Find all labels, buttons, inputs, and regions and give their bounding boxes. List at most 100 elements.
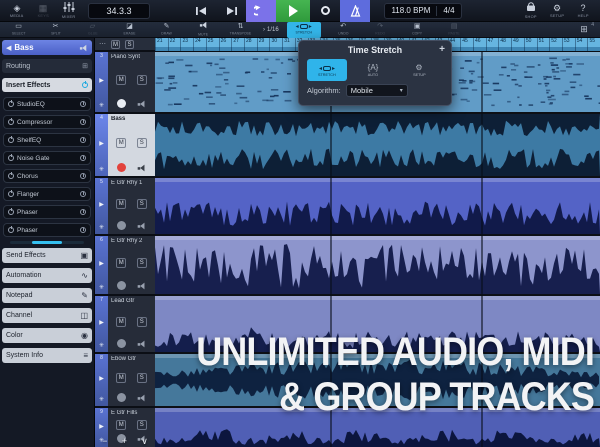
popup-mode-auto[interactable]: {A}AUTO bbox=[353, 59, 393, 81]
monitor-icon[interactable] bbox=[138, 100, 146, 107]
track-input-icon[interactable]: ▶ bbox=[99, 320, 104, 326]
automation-section[interactable]: Automation∿ bbox=[2, 268, 92, 283]
track-row-lead-gtr[interactable]: 7▶✳Lead GtrMS bbox=[95, 296, 155, 352]
track-freeze-icon[interactable]: ✳ bbox=[99, 225, 104, 231]
zoom-in-button[interactable]: + bbox=[122, 437, 127, 446]
tool-select[interactable]: ▭SELECT bbox=[0, 22, 37, 38]
effect-power-icon[interactable] bbox=[8, 119, 14, 125]
tempo-display[interactable]: 118.0 BPM 4/4 bbox=[384, 3, 462, 19]
effect-mix-dial-icon[interactable] bbox=[80, 173, 86, 179]
track-row-piano-synt[interactable]: 3▶✳Piano SyntMS bbox=[95, 52, 155, 112]
effect-mix-dial-icon[interactable] bbox=[80, 209, 86, 215]
region-e-gtr-rhy-1[interactable] bbox=[155, 178, 600, 234]
effect-mix-dial-icon[interactable] bbox=[80, 227, 86, 233]
system-info-section[interactable]: System Info≡ bbox=[2, 348, 92, 363]
record-arm-button[interactable] bbox=[117, 393, 126, 402]
collapse-button[interactable]: ∨ bbox=[141, 437, 148, 446]
mute-button[interactable]: M bbox=[116, 420, 126, 430]
effect-power-icon[interactable] bbox=[8, 101, 14, 107]
go-to-start-button[interactable] bbox=[186, 0, 216, 22]
channel-section[interactable]: Channel◫ bbox=[2, 308, 92, 323]
effect-mix-dial-icon[interactable] bbox=[80, 137, 86, 143]
record-arm-button[interactable] bbox=[117, 99, 126, 108]
region-e-gtr-rhy-2[interactable] bbox=[155, 236, 600, 294]
mute-button[interactable]: M bbox=[116, 373, 126, 383]
notepad-section[interactable]: Notepad✎ bbox=[2, 288, 92, 303]
track-freeze-icon[interactable]: ✳ bbox=[99, 103, 104, 109]
insert-effect-phaser[interactable]: Phaser bbox=[3, 223, 91, 237]
record-arm-button[interactable] bbox=[117, 163, 126, 172]
popup-move-icon[interactable]: + bbox=[435, 44, 445, 55]
solo-button[interactable]: S bbox=[125, 40, 134, 49]
mute-button[interactable]: M bbox=[116, 75, 126, 85]
effect-power-icon[interactable] bbox=[8, 191, 14, 197]
monitor-icon[interactable] bbox=[138, 222, 146, 229]
media-button[interactable]: ◈ MEDIA bbox=[4, 0, 30, 22]
routing-section[interactable]: Routing ⊞ bbox=[2, 59, 92, 73]
track-input-icon[interactable]: ▶ bbox=[99, 261, 104, 267]
track-row-partial[interactable]: ⋯ M S bbox=[95, 38, 155, 52]
play-button[interactable] bbox=[276, 0, 310, 22]
insert-effect-compressor[interactable]: Compressor bbox=[3, 115, 91, 129]
tool-mute[interactable]: MUTE bbox=[185, 22, 222, 38]
solo-button[interactable]: S bbox=[137, 420, 147, 430]
effects-scrollbar[interactable] bbox=[10, 241, 84, 244]
mixer-button[interactable]: MIXER bbox=[56, 0, 82, 22]
track-input-icon[interactable]: ▶ bbox=[99, 376, 104, 382]
grid-button[interactable]: ⊞4 bbox=[574, 24, 594, 35]
insert-effect-shelfeq[interactable]: ShelfEQ bbox=[3, 133, 91, 147]
effect-mix-dial-icon[interactable] bbox=[80, 101, 86, 107]
popup-mode-stretch[interactable]: ◂▸STRETCH bbox=[307, 59, 347, 81]
effect-mix-dial-icon[interactable] bbox=[80, 191, 86, 197]
track-row-e-gtr-rhy-1[interactable]: 5▶✳E Gtr Rhy 1MS bbox=[95, 178, 155, 234]
effect-power-icon[interactable] bbox=[8, 137, 14, 143]
quantize-selector[interactable]: › 1/16 bbox=[263, 27, 279, 33]
track-row-e-gtr-rhy-2[interactable]: 6▶✳E Gtr Rhy 2MS bbox=[95, 236, 155, 294]
record-arm-button[interactable] bbox=[117, 281, 126, 290]
tool-paste[interactable]: ▤PASTE bbox=[436, 22, 473, 38]
mute-button[interactable]: M bbox=[116, 317, 126, 327]
record-arm-button[interactable] bbox=[117, 339, 126, 348]
insert-effect-noise-gate[interactable]: Noise Gate bbox=[3, 151, 91, 165]
insert-effects-section[interactable]: Insert Effects bbox=[2, 78, 92, 92]
track-input-icon[interactable]: ▶ bbox=[99, 78, 104, 84]
monitor-icon[interactable] bbox=[138, 340, 146, 347]
effect-mix-dial-icon[interactable] bbox=[80, 155, 86, 161]
solo-button[interactable]: S bbox=[137, 75, 147, 85]
tool-copy[interactable]: ▣COPY bbox=[399, 22, 436, 38]
solo-button[interactable]: S bbox=[137, 199, 147, 209]
help-button[interactable]: ? HELP bbox=[570, 0, 596, 22]
monitor-icon[interactable] bbox=[138, 394, 146, 401]
algorithm-dropdown[interactable]: Mobile ▾ bbox=[346, 84, 408, 97]
effect-power-icon[interactable] bbox=[8, 227, 14, 233]
cycle-button[interactable] bbox=[246, 0, 276, 22]
send-effects-section[interactable]: Send Effects▣ bbox=[2, 248, 92, 263]
position-display[interactable]: 34.3.3 bbox=[88, 3, 150, 19]
tool-undo[interactable]: ↶UNDO bbox=[325, 22, 362, 38]
insert-effect-studioeq[interactable]: StudioEQ bbox=[3, 97, 91, 111]
track-input-icon[interactable]: ▶ bbox=[99, 141, 104, 147]
tool-erase[interactable]: ◪ERASE bbox=[111, 22, 148, 38]
scrollbar-thumb[interactable] bbox=[32, 241, 62, 244]
tool-redo[interactable]: ↷REDO bbox=[362, 22, 399, 38]
track-row-ebow-gtr[interactable]: 8▶✳Ebow GtrMS bbox=[95, 354, 155, 406]
mute-button[interactable]: M bbox=[116, 199, 126, 209]
effect-power-icon[interactable] bbox=[8, 155, 14, 161]
mute-button[interactable]: M bbox=[116, 258, 126, 268]
stretch-tool-button[interactable]: ◂▸ STRETCH bbox=[287, 22, 321, 38]
mute-button[interactable]: M bbox=[116, 138, 126, 148]
insert-effect-phaser[interactable]: Phaser bbox=[3, 205, 91, 219]
record-arm-button[interactable] bbox=[117, 221, 126, 230]
track-input-icon[interactable]: ▶ bbox=[99, 424, 104, 430]
track-row-bass[interactable]: 4▶✳BassMS bbox=[95, 114, 155, 176]
monitor-icon[interactable] bbox=[138, 282, 146, 289]
go-to-end-button[interactable] bbox=[216, 0, 246, 22]
solo-button[interactable]: S bbox=[137, 373, 147, 383]
effect-power-icon[interactable] bbox=[8, 209, 14, 215]
effect-power-icon[interactable] bbox=[8, 173, 14, 179]
solo-button[interactable]: S bbox=[137, 258, 147, 268]
solo-button[interactable]: S bbox=[137, 317, 147, 327]
shop-button[interactable]: SHOP bbox=[518, 0, 544, 22]
insert-effect-chorus[interactable]: Chorus bbox=[3, 169, 91, 183]
region-bass[interactable] bbox=[155, 114, 600, 176]
